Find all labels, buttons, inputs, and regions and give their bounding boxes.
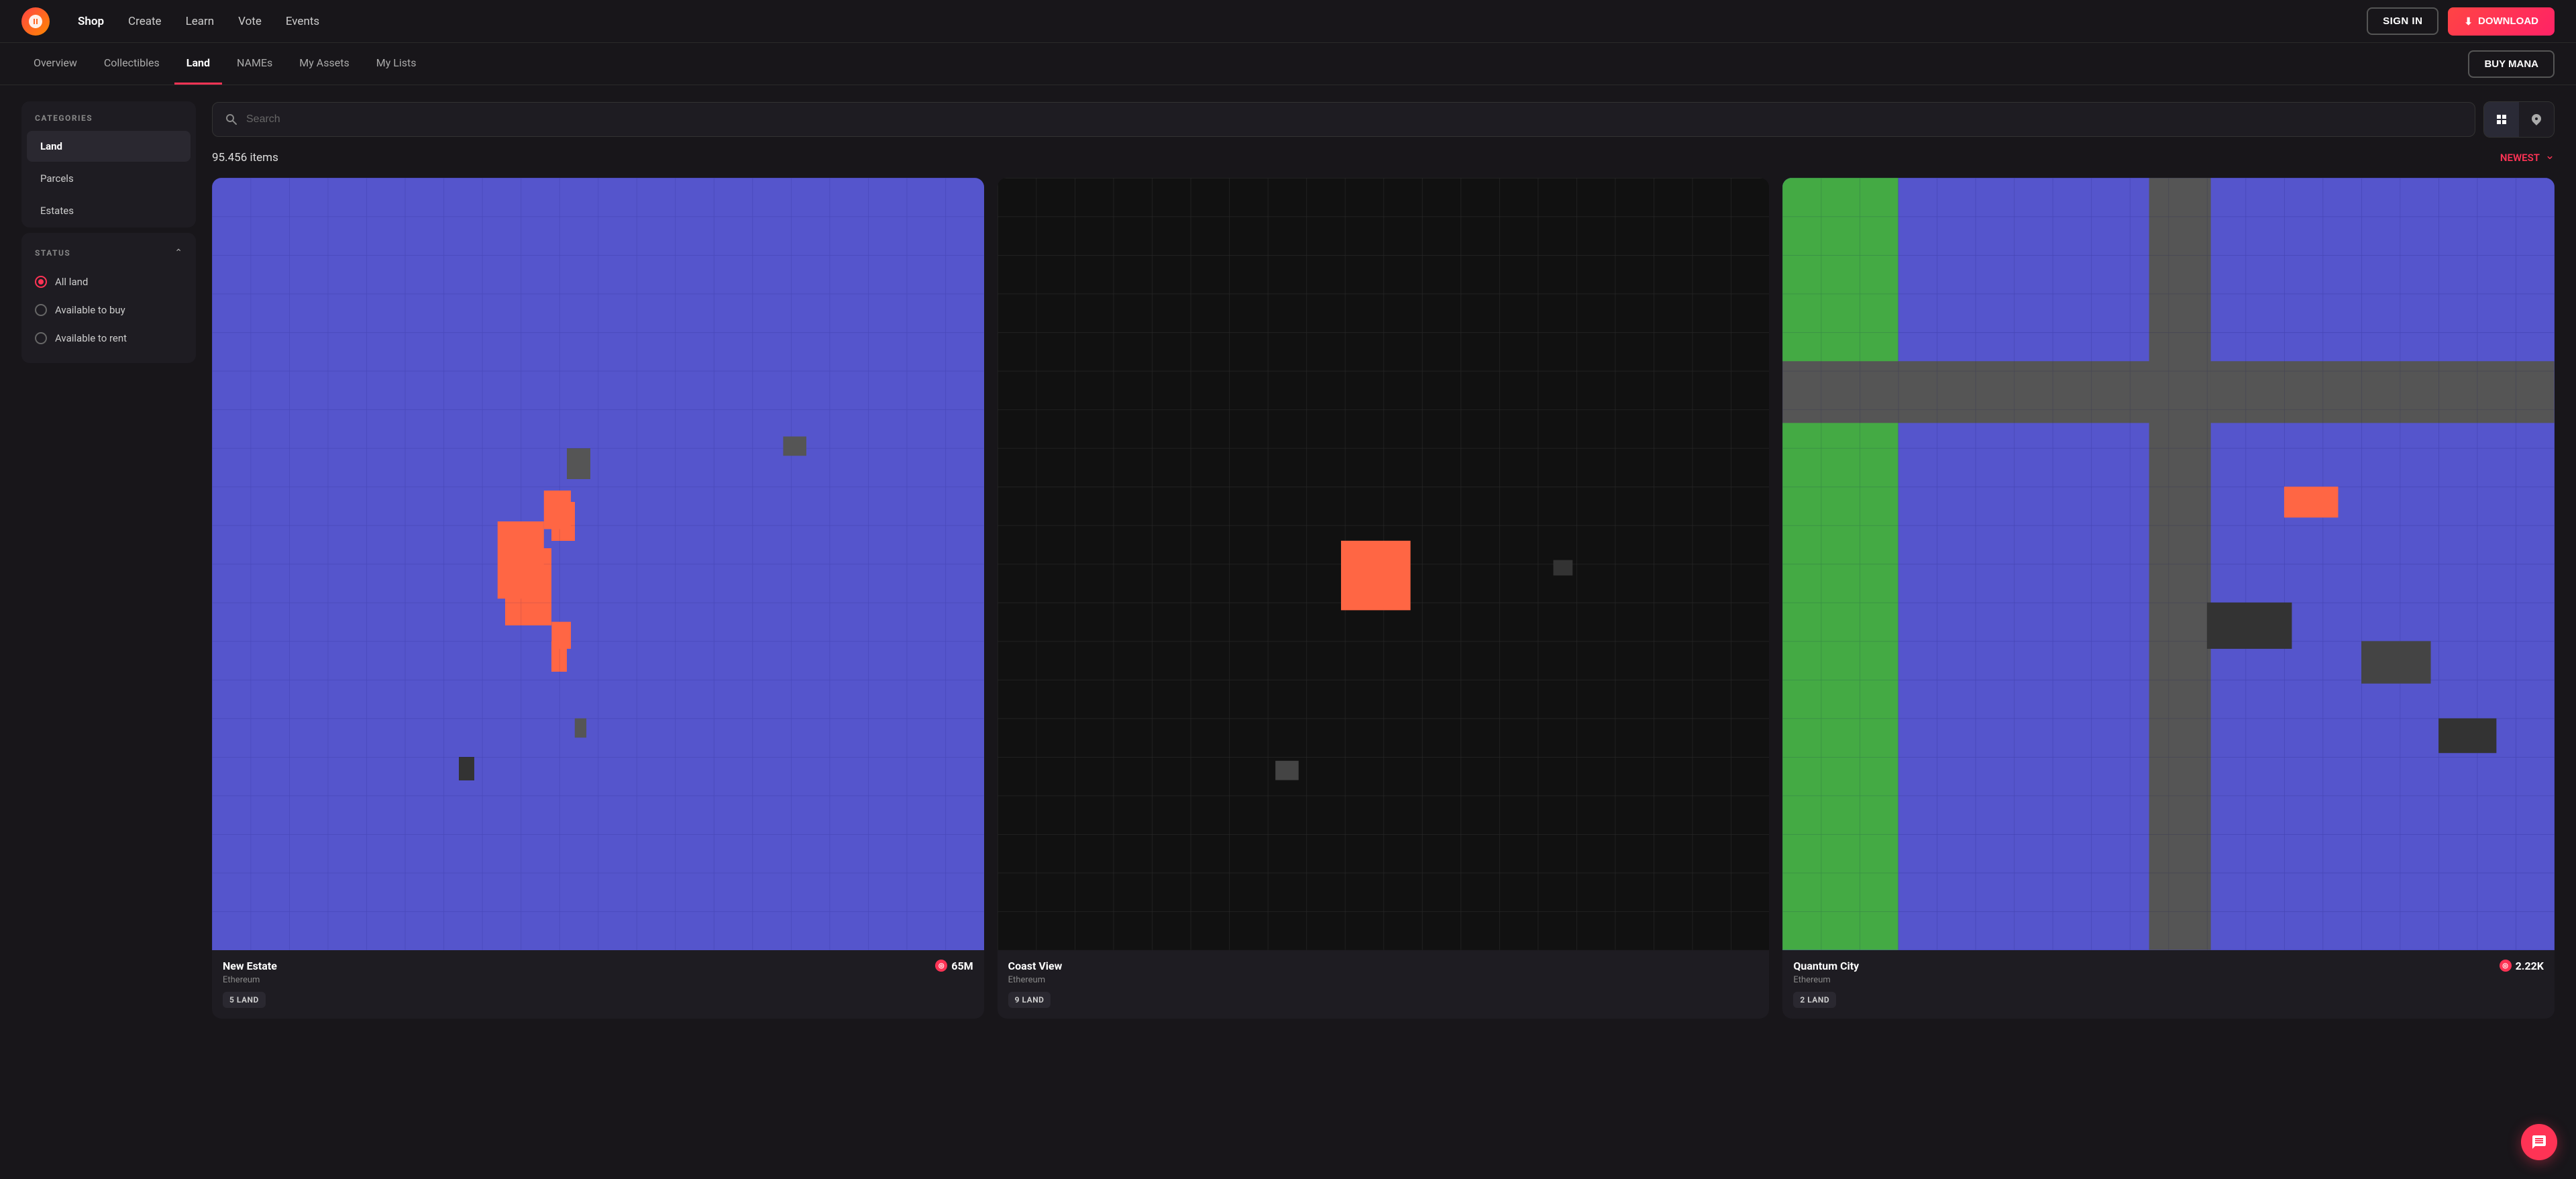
card-image-0 — [212, 178, 984, 950]
land-card-2[interactable]: Quantum City ◎ 2.22K Ethereum 2 LAND — [1782, 178, 2555, 1019]
grid-icon — [2495, 113, 2508, 126]
nav-learn[interactable]: Learn — [176, 9, 224, 34]
card-title-2: Quantum City — [1793, 960, 1859, 972]
card-badge-2: 2 LAND — [1793, 992, 1836, 1008]
card-network-1: Ethereum — [1008, 975, 1759, 985]
tabs-list: Overview Collectibles Land NAMEs My Asse… — [21, 43, 429, 85]
results-count: 95.456 items — [212, 151, 278, 164]
card-title-0: New Estate — [223, 960, 277, 972]
sidebar-item-land[interactable]: Land — [27, 131, 191, 162]
tab-names[interactable]: NAMEs — [225, 43, 284, 85]
tab-land[interactable]: Land — [174, 43, 222, 85]
card-network-2: Ethereum — [1793, 975, 2544, 985]
tab-collectibles[interactable]: Collectibles — [92, 43, 172, 85]
radio-available-to-rent-label: Available to rent — [55, 332, 127, 344]
search-input[interactable] — [246, 113, 2463, 125]
nav-events[interactable]: Events — [276, 9, 329, 34]
map-icon — [2530, 113, 2543, 126]
card-footer-2: Quantum City ◎ 2.22K Ethereum 2 LAND — [1782, 950, 2555, 1019]
navbar-actions: SIGN IN ⬇ DOWNLOAD — [2367, 7, 2555, 36]
status-radio-group: All land Available to buy Available to r… — [21, 268, 196, 352]
card-badge-0: 5 LAND — [223, 992, 266, 1008]
card-image-1 — [998, 178, 1770, 950]
status-label: STATUS — [35, 248, 70, 258]
sign-in-button[interactable]: SIGN IN — [2367, 7, 2438, 35]
tabs-bar: Overview Collectibles Land NAMEs My Asse… — [0, 43, 2576, 85]
radio-circle-rent — [35, 332, 47, 344]
sidebar-item-parcels[interactable]: Parcels — [27, 163, 191, 194]
map-view-button[interactable] — [2519, 102, 2554, 137]
tab-my-assets[interactable]: My Assets — [287, 43, 361, 85]
land-card-1[interactable]: Coast View Ethereum 9 LAND — [998, 178, 1770, 1019]
card-image-2 — [1782, 178, 2555, 950]
navbar: Shop Create Learn Vote Events SIGN IN ⬇ … — [0, 0, 2576, 43]
radio-available-to-buy[interactable]: Available to buy — [35, 296, 182, 324]
card-network-0: Ethereum — [223, 975, 973, 985]
radio-all-land-label: All land — [55, 276, 88, 288]
radio-all-land[interactable]: All land — [35, 268, 182, 296]
categories-header: CATEGORIES — [21, 101, 196, 130]
app-logo[interactable] — [21, 7, 50, 36]
download-icon: ⬇ — [2464, 15, 2473, 28]
card-title-1: Coast View — [1008, 960, 1063, 972]
card-price-2: ◎ 2.22K — [2500, 960, 2544, 972]
search-input-wrap — [212, 102, 2475, 137]
nav-links: Shop Create Learn Vote Events — [68, 9, 2367, 34]
radio-available-to-rent[interactable]: Available to rent — [35, 324, 182, 352]
card-price-value-0: 65M — [951, 960, 973, 972]
results-header: 95.456 items NEWEST — [212, 151, 2555, 164]
chat-icon — [2531, 1134, 2547, 1150]
mana-icon-0: ◎ — [935, 960, 947, 972]
nav-shop[interactable]: Shop — [68, 9, 113, 34]
sort-dropdown[interactable]: NEWEST — [2500, 152, 2555, 164]
main-layout: CATEGORIES Land Parcels Estates STATUS ⌃… — [0, 85, 2576, 1177]
cards-grid: New Estate ◎ 65M Ethereum 5 LAND — [212, 178, 2555, 1019]
content-area: 95.456 items NEWEST — [212, 101, 2555, 1161]
download-button[interactable]: ⬇ DOWNLOAD — [2448, 7, 2555, 36]
mana-icon-2: ◎ — [2500, 960, 2512, 972]
search-bar-row — [212, 101, 2555, 138]
grid-view-button[interactable] — [2484, 102, 2519, 137]
nav-create[interactable]: Create — [119, 9, 171, 34]
card-title-row-0: New Estate ◎ 65M — [223, 960, 973, 972]
card-footer-1: Coast View Ethereum 9 LAND — [998, 950, 1770, 1019]
tab-my-lists[interactable]: My Lists — [364, 43, 429, 85]
radio-circle-buy — [35, 304, 47, 316]
card-footer-0: New Estate ◎ 65M Ethereum 5 LAND — [212, 950, 984, 1019]
search-icon — [225, 113, 238, 126]
radio-circle-all-land — [35, 276, 47, 288]
card-title-row-2: Quantum City ◎ 2.22K — [1793, 960, 2544, 972]
sidebar-item-estates[interactable]: Estates — [27, 195, 191, 226]
tab-overview[interactable]: Overview — [21, 43, 89, 85]
card-price-value-2: 2.22K — [2516, 960, 2544, 972]
status-section: STATUS ⌃ All land Available to buy Avail… — [21, 233, 196, 363]
chat-bubble[interactable] — [2521, 1124, 2557, 1160]
card-badge-1: 9 LAND — [1008, 992, 1051, 1008]
radio-available-to-buy-label: Available to buy — [55, 304, 125, 316]
card-price-0: ◎ 65M — [935, 960, 973, 972]
download-label: DOWNLOAD — [2478, 15, 2538, 27]
status-header: STATUS ⌃ — [21, 238, 196, 268]
chevron-up-icon[interactable]: ⌃ — [174, 248, 182, 258]
categories-section: CATEGORIES Land Parcels Estates — [21, 101, 196, 227]
buy-mana-button[interactable]: BUY MANA — [2468, 50, 2555, 78]
view-toggles — [2483, 101, 2555, 138]
sidebar: CATEGORIES Land Parcels Estates STATUS ⌃… — [21, 101, 196, 1161]
sort-label: NEWEST — [2500, 152, 2540, 164]
card-title-row-1: Coast View — [1008, 960, 1759, 972]
land-card-0[interactable]: New Estate ◎ 65M Ethereum 5 LAND — [212, 178, 984, 1019]
nav-vote[interactable]: Vote — [229, 9, 271, 34]
chevron-down-icon — [2545, 153, 2555, 162]
